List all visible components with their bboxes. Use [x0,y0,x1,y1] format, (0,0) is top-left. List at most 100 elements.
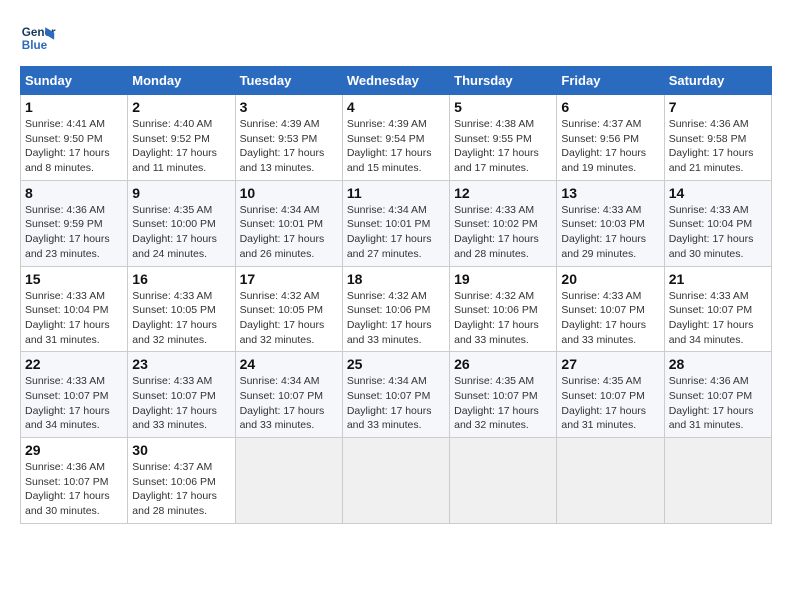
day-number: 18 [347,271,445,287]
calendar-cell: 29 Sunrise: 4:36 AMSunset: 10:07 PMDayli… [21,438,128,524]
calendar-cell: 20 Sunrise: 4:33 AMSunset: 10:07 PMDayli… [557,266,664,352]
weekday-header-wednesday: Wednesday [342,67,449,95]
week-row-4: 22 Sunrise: 4:33 AMSunset: 10:07 PMDayli… [21,352,772,438]
calendar-cell: 17 Sunrise: 4:32 AMSunset: 10:05 PMDayli… [235,266,342,352]
day-info: Sunrise: 4:32 AMSunset: 10:05 PMDaylight… [240,290,325,346]
day-number: 2 [132,99,230,115]
day-info: Sunrise: 4:35 AMSunset: 10:07 PMDaylight… [561,375,646,431]
day-number: 26 [454,356,552,372]
logo: General Blue [20,20,56,56]
day-info: Sunrise: 4:39 AMSunset: 9:54 PMDaylight:… [347,118,432,174]
svg-text:Blue: Blue [22,39,48,52]
day-info: Sunrise: 4:33 AMSunset: 10:07 PMDaylight… [561,290,646,346]
day-info: Sunrise: 4:36 AMSunset: 10:07 PMDaylight… [669,375,754,431]
calendar-cell: 21 Sunrise: 4:33 AMSunset: 10:07 PMDayli… [664,266,771,352]
day-info: Sunrise: 4:33 AMSunset: 10:05 PMDaylight… [132,290,217,346]
day-number: 25 [347,356,445,372]
day-number: 24 [240,356,338,372]
calendar-cell [664,438,771,524]
calendar-cell: 10 Sunrise: 4:34 AMSunset: 10:01 PMDayli… [235,180,342,266]
day-number: 29 [25,442,123,458]
day-info: Sunrise: 4:33 AMSunset: 10:07 PMDaylight… [669,290,754,346]
weekday-header-row: SundayMondayTuesdayWednesdayThursdayFrid… [21,67,772,95]
calendar-cell: 8 Sunrise: 4:36 AMSunset: 9:59 PMDayligh… [21,180,128,266]
day-info: Sunrise: 4:35 AMSunset: 10:00 PMDaylight… [132,204,217,260]
day-number: 14 [669,185,767,201]
day-info: Sunrise: 4:33 AMSunset: 10:03 PMDaylight… [561,204,646,260]
calendar-cell [342,438,449,524]
calendar-cell: 19 Sunrise: 4:32 AMSunset: 10:06 PMDayli… [450,266,557,352]
week-row-1: 1 Sunrise: 4:41 AMSunset: 9:50 PMDayligh… [21,95,772,181]
day-number: 12 [454,185,552,201]
day-number: 6 [561,99,659,115]
calendar-cell: 6 Sunrise: 4:37 AMSunset: 9:56 PMDayligh… [557,95,664,181]
day-info: Sunrise: 4:33 AMSunset: 10:04 PMDaylight… [25,290,110,346]
day-number: 21 [669,271,767,287]
day-number: 23 [132,356,230,372]
day-number: 27 [561,356,659,372]
day-number: 28 [669,356,767,372]
calendar-cell: 26 Sunrise: 4:35 AMSunset: 10:07 PMDayli… [450,352,557,438]
day-info: Sunrise: 4:33 AMSunset: 10:02 PMDaylight… [454,204,539,260]
calendar-cell: 12 Sunrise: 4:33 AMSunset: 10:02 PMDayli… [450,180,557,266]
calendar-table: SundayMondayTuesdayWednesdayThursdayFrid… [20,66,772,524]
day-number: 1 [25,99,123,115]
day-number: 7 [669,99,767,115]
calendar-cell: 16 Sunrise: 4:33 AMSunset: 10:05 PMDayli… [128,266,235,352]
day-info: Sunrise: 4:40 AMSunset: 9:52 PMDaylight:… [132,118,217,174]
day-info: Sunrise: 4:34 AMSunset: 10:07 PMDaylight… [240,375,325,431]
day-info: Sunrise: 4:38 AMSunset: 9:55 PMDaylight:… [454,118,539,174]
day-number: 3 [240,99,338,115]
week-row-2: 8 Sunrise: 4:36 AMSunset: 9:59 PMDayligh… [21,180,772,266]
day-info: Sunrise: 4:37 AMSunset: 9:56 PMDaylight:… [561,118,646,174]
calendar-cell: 28 Sunrise: 4:36 AMSunset: 10:07 PMDayli… [664,352,771,438]
day-number: 15 [25,271,123,287]
day-number: 17 [240,271,338,287]
calendar-cell [235,438,342,524]
calendar-cell: 13 Sunrise: 4:33 AMSunset: 10:03 PMDayli… [557,180,664,266]
calendar-cell [450,438,557,524]
day-info: Sunrise: 4:39 AMSunset: 9:53 PMDaylight:… [240,118,325,174]
calendar-cell: 3 Sunrise: 4:39 AMSunset: 9:53 PMDayligh… [235,95,342,181]
day-number: 9 [132,185,230,201]
day-info: Sunrise: 4:34 AMSunset: 10:01 PMDaylight… [240,204,325,260]
day-number: 30 [132,442,230,458]
day-number: 20 [561,271,659,287]
day-number: 11 [347,185,445,201]
day-number: 4 [347,99,445,115]
weekday-header-sunday: Sunday [21,67,128,95]
day-number: 10 [240,185,338,201]
week-row-5: 29 Sunrise: 4:36 AMSunset: 10:07 PMDayli… [21,438,772,524]
day-info: Sunrise: 4:33 AMSunset: 10:04 PMDaylight… [669,204,754,260]
calendar-cell: 23 Sunrise: 4:33 AMSunset: 10:07 PMDayli… [128,352,235,438]
calendar-cell: 4 Sunrise: 4:39 AMSunset: 9:54 PMDayligh… [342,95,449,181]
day-info: Sunrise: 4:41 AMSunset: 9:50 PMDaylight:… [25,118,110,174]
weekday-header-tuesday: Tuesday [235,67,342,95]
calendar-cell: 22 Sunrise: 4:33 AMSunset: 10:07 PMDayli… [21,352,128,438]
logo-icon: General Blue [20,20,56,56]
day-info: Sunrise: 4:32 AMSunset: 10:06 PMDaylight… [347,290,432,346]
day-number: 5 [454,99,552,115]
calendar-cell: 9 Sunrise: 4:35 AMSunset: 10:00 PMDaylig… [128,180,235,266]
day-number: 8 [25,185,123,201]
day-info: Sunrise: 4:33 AMSunset: 10:07 PMDaylight… [25,375,110,431]
calendar-cell: 1 Sunrise: 4:41 AMSunset: 9:50 PMDayligh… [21,95,128,181]
weekday-header-saturday: Saturday [664,67,771,95]
calendar-cell: 30 Sunrise: 4:37 AMSunset: 10:06 PMDayli… [128,438,235,524]
day-info: Sunrise: 4:34 AMSunset: 10:07 PMDaylight… [347,375,432,431]
day-info: Sunrise: 4:32 AMSunset: 10:06 PMDaylight… [454,290,539,346]
calendar-cell: 25 Sunrise: 4:34 AMSunset: 10:07 PMDayli… [342,352,449,438]
day-number: 22 [25,356,123,372]
calendar-cell: 15 Sunrise: 4:33 AMSunset: 10:04 PMDayli… [21,266,128,352]
day-info: Sunrise: 4:37 AMSunset: 10:06 PMDaylight… [132,461,217,517]
calendar-cell: 14 Sunrise: 4:33 AMSunset: 10:04 PMDayli… [664,180,771,266]
day-info: Sunrise: 4:36 AMSunset: 10:07 PMDaylight… [25,461,110,517]
calendar-cell: 18 Sunrise: 4:32 AMSunset: 10:06 PMDayli… [342,266,449,352]
day-number: 16 [132,271,230,287]
calendar-cell: 7 Sunrise: 4:36 AMSunset: 9:58 PMDayligh… [664,95,771,181]
day-number: 19 [454,271,552,287]
calendar-cell: 27 Sunrise: 4:35 AMSunset: 10:07 PMDayli… [557,352,664,438]
calendar-cell: 11 Sunrise: 4:34 AMSunset: 10:01 PMDayli… [342,180,449,266]
calendar-cell: 2 Sunrise: 4:40 AMSunset: 9:52 PMDayligh… [128,95,235,181]
day-info: Sunrise: 4:35 AMSunset: 10:07 PMDaylight… [454,375,539,431]
